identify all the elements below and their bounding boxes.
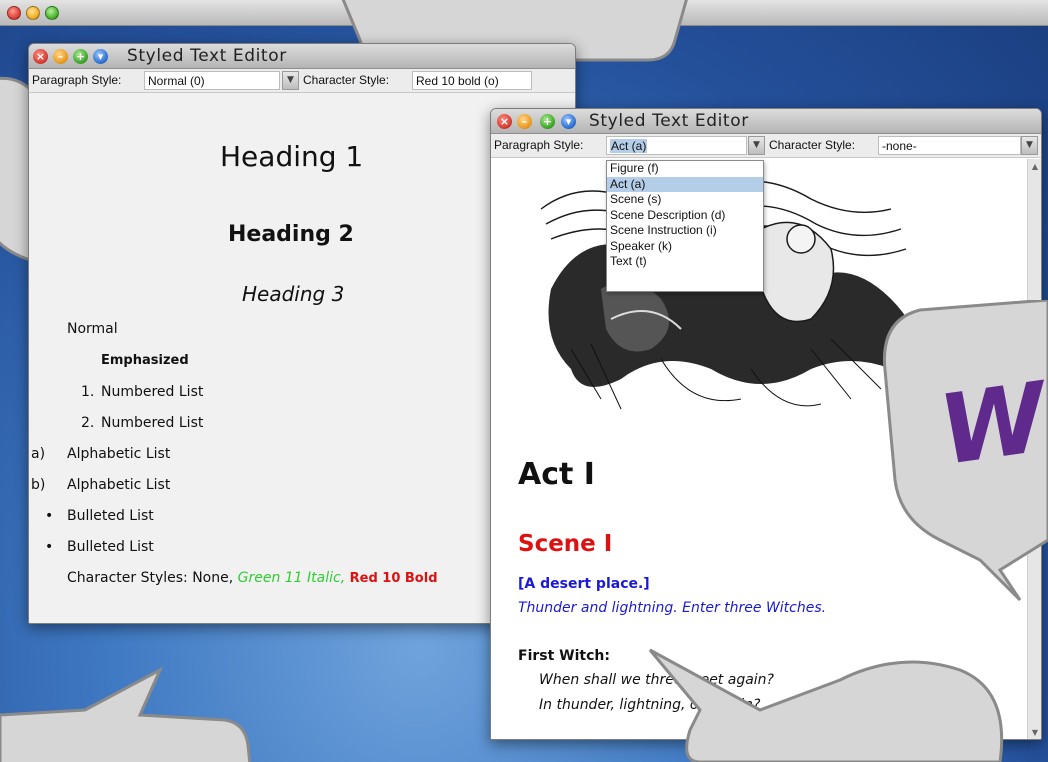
window-menu-icon[interactable]: ▾ xyxy=(93,49,108,64)
emphasized-paragraph: Emphasized xyxy=(101,353,189,368)
window-titlebar[interactable]: × – + ▾ Styled Text Editor xyxy=(29,44,575,69)
scroll-up-icon[interactable]: ▲ xyxy=(1029,161,1041,173)
character-style-value: Red 10 bold (o) xyxy=(416,74,499,88)
heading-3: Heading 3 xyxy=(242,282,345,306)
list-item: Bulleted List xyxy=(67,508,154,524)
dropdown-option[interactable]: Scene Description (d) xyxy=(607,208,763,224)
dropdown-option[interactable]: Text (t) xyxy=(607,254,763,270)
bullet-marker: • xyxy=(45,539,54,555)
window-titlebar[interactable]: × – + ▾ Styled Text Editor xyxy=(491,109,1041,134)
paragraph-style-label: Paragraph Style: xyxy=(494,138,584,152)
minimize-icon[interactable]: – xyxy=(517,114,532,129)
window-title: Styled Text Editor xyxy=(589,111,749,131)
paragraph-style-value: Act (a) xyxy=(610,139,648,153)
style-toolbar: Paragraph Style: Normal (0) ▼ Character … xyxy=(29,69,575,93)
character-style-value: -none- xyxy=(882,139,917,153)
speech-bubble-bottom-left xyxy=(0,665,280,762)
chevron-down-icon[interactable]: ▼ xyxy=(748,136,765,155)
speech-bubble-bottom-right xyxy=(640,640,1020,762)
list-marker: a) xyxy=(31,446,46,462)
chevron-down-icon[interactable]: ▼ xyxy=(282,71,299,90)
style-toolbar: Paragraph Style: Act (a) ▼ Character Sty… xyxy=(491,134,1041,158)
maximize-icon[interactable]: + xyxy=(540,114,555,129)
char-style-red: Red 10 Bold xyxy=(349,571,438,586)
paragraph-style-dropdown[interactable]: Figure (f) Act (a) Scene (s) Scene Descr… xyxy=(606,160,764,292)
list-item: Numbered List xyxy=(101,384,204,400)
dropdown-option[interactable]: Scene Instruction (i) xyxy=(607,223,763,239)
dropdown-option[interactable]: Figure (f) xyxy=(607,161,763,177)
list-item: Alphabetic List xyxy=(67,446,171,462)
maximize-icon[interactable]: + xyxy=(73,49,88,64)
decor-letters: W xyxy=(932,361,1048,487)
paragraph-style-select[interactable]: Act (a) xyxy=(606,136,747,155)
scene-instruction: Thunder and lightning. Enter three Witch… xyxy=(518,600,827,616)
host-close-button[interactable] xyxy=(7,6,21,20)
list-marker: 2. xyxy=(81,415,95,431)
scene-description: [A desert place.] xyxy=(518,576,650,592)
scroll-down-icon[interactable]: ▼ xyxy=(1029,727,1041,739)
character-style-label: Character Style: xyxy=(769,138,856,152)
bullet-marker: • xyxy=(45,508,54,524)
paragraph-style-value: Normal (0) xyxy=(148,74,205,88)
window-menu-icon[interactable]: ▾ xyxy=(561,114,576,129)
list-marker: b) xyxy=(31,477,46,493)
character-styles-line: Character Styles: None, Green 11 Italic,… xyxy=(67,570,438,586)
character-style-label: Character Style: xyxy=(303,73,390,87)
close-icon[interactable]: × xyxy=(33,49,48,64)
normal-paragraph: Normal xyxy=(67,321,118,337)
paragraph-style-select[interactable]: Normal (0) xyxy=(144,71,280,90)
close-icon[interactable]: × xyxy=(497,114,512,129)
minimize-icon[interactable]: – xyxy=(53,49,68,64)
char-styles-prefix: Character Styles: None, xyxy=(67,570,234,586)
list-marker: 1. xyxy=(81,384,95,400)
character-style-select[interactable]: Red 10 bold (o) xyxy=(412,71,532,90)
dropdown-option[interactable]: Scene (s) xyxy=(607,192,763,208)
chevron-down-icon[interactable]: ▼ xyxy=(1021,136,1038,155)
scene-heading: Scene I xyxy=(518,531,613,557)
list-item: Alphabetic List xyxy=(67,477,171,493)
list-item: Bulleted List xyxy=(67,539,154,555)
window-title: Styled Text Editor xyxy=(127,46,287,66)
character-style-select[interactable]: -none- xyxy=(878,136,1021,155)
speaker-name: First Witch: xyxy=(518,648,610,664)
dropdown-option[interactable]: Speaker (k) xyxy=(607,239,763,255)
host-zoom-button[interactable] xyxy=(45,6,59,20)
host-minimize-button[interactable] xyxy=(26,6,40,20)
heading-1: Heading 1 xyxy=(220,140,364,173)
list-item: Numbered List xyxy=(101,415,204,431)
paragraph-style-label: Paragraph Style: xyxy=(32,73,122,87)
dropdown-option-selected[interactable]: Act (a) xyxy=(607,176,763,192)
char-style-green: Green 11 Italic, xyxy=(237,570,346,586)
act-heading: Act I xyxy=(518,457,595,492)
heading-2: Heading 2 xyxy=(228,222,354,247)
